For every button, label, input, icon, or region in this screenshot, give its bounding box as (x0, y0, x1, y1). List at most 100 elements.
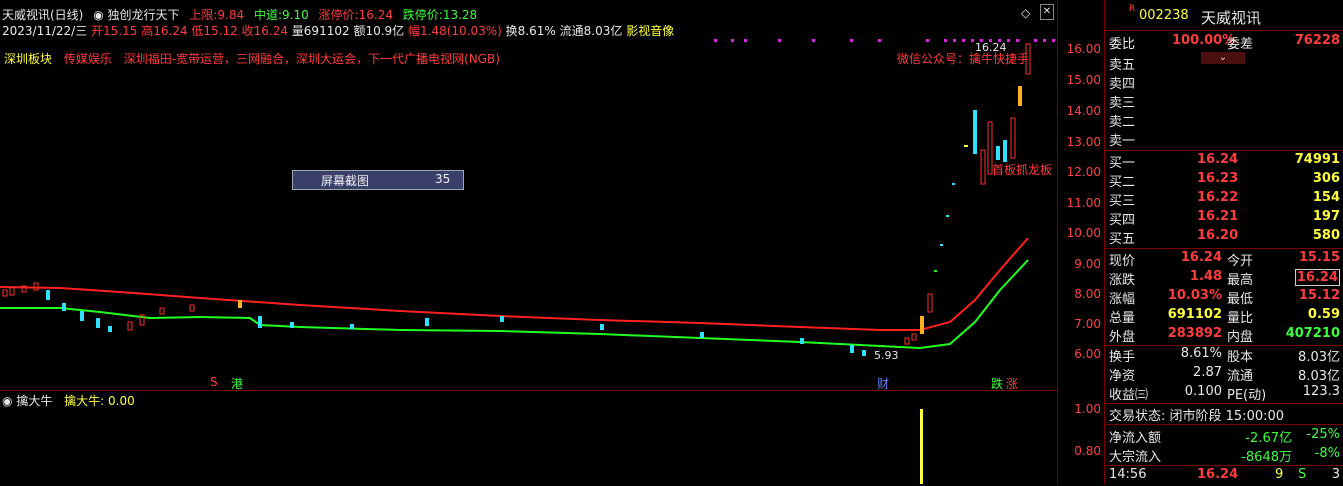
block-inflow-row: 大宗流入 -8648万 -8% (1105, 446, 1343, 465)
price-tick: 10.00 (1066, 226, 1101, 240)
tick-row: 14:56 16.24 9 S 3 (1105, 467, 1343, 486)
stat-label: 总量 (1109, 311, 1136, 326)
stat-value: 0.59 (1307, 307, 1340, 322)
price-tick: 16.00 (1066, 42, 1101, 56)
bid-row[interactable]: 买三 16.22 154 (1105, 190, 1343, 209)
bid-volume: 154 (1312, 190, 1340, 205)
marker-s[interactable]: S (210, 375, 218, 389)
peak-price-label: 16.24 (975, 41, 1007, 54)
stat-value: 16.24 (1180, 250, 1222, 265)
stat-value: 2.87 (1193, 365, 1222, 380)
stat-label: PE(动) (1227, 388, 1267, 403)
divider (1105, 30, 1343, 31)
stat-label: 换手 (1109, 350, 1136, 365)
bid-row[interactable]: 买四 16.21 197 (1105, 209, 1343, 228)
candles (2, 43, 1031, 356)
block-inflow-pct: -8% (1314, 446, 1340, 461)
stat-row: 外盘 283892 内盘 407210 (1105, 326, 1343, 345)
bid-price: 16.21 (1197, 209, 1239, 224)
price-axis: 16.00 15.00 14.00 13.00 12.00 11.00 10.0… (1057, 0, 1105, 390)
r-badge: R (1129, 4, 1136, 14)
stat-label: 净资 (1109, 369, 1136, 384)
stat-label: 最低 (1227, 292, 1254, 307)
stock-title: R 002238 天威视讯 (1105, 4, 1343, 27)
ask-row: 卖三 (1105, 92, 1343, 111)
stat-label: 收益㈢ (1109, 388, 1149, 403)
bid-label: 买三 (1109, 194, 1136, 209)
ask-row: 卖四 (1105, 73, 1343, 92)
price-tick: 13.00 (1066, 135, 1101, 149)
stat-value: 0.100 (1184, 384, 1222, 399)
stat-value: 15.12 (1298, 288, 1340, 303)
stat-label: 股本 (1227, 350, 1254, 365)
stat-value: 407210 (1285, 326, 1340, 341)
bid-volume: 306 (1312, 171, 1340, 186)
tick-count: 3 (1331, 467, 1340, 482)
stat-row: 总量 691102 量比 0.59 (1105, 307, 1343, 326)
price-tick: 9.00 (1074, 257, 1101, 271)
divider (1105, 150, 1343, 151)
stock-name: 天威视讯 (1201, 9, 1262, 27)
wb-label: 委比 (1109, 37, 1136, 52)
price-tick: 8.00 (1074, 287, 1101, 301)
net-inflow-pct: -25% (1306, 427, 1340, 442)
bid-row[interactable]: 买一 16.24 74991 (1105, 152, 1343, 171)
bid-volume: 74991 (1294, 152, 1340, 167)
price-tick: 12.00 (1066, 165, 1101, 179)
price-tick: 7.00 (1074, 317, 1101, 331)
stat-label: 内盘 (1227, 330, 1254, 345)
trade-status: 交易状态: 闭市阶段 15:00:00 (1109, 409, 1285, 424)
divider (1105, 248, 1343, 249)
ask-label: 卖一 (1109, 134, 1136, 149)
stat-label: 外盘 (1109, 330, 1136, 345)
price-tick: 6.00 (1074, 347, 1101, 361)
net-inflow-value: -2.67亿 (1245, 431, 1292, 446)
stat-row: 换手 8.61% 股本 8.03亿 (1105, 346, 1343, 365)
bid-row[interactable]: 买五 16.20 580 (1105, 228, 1343, 247)
ask-row: 卖五 (1105, 54, 1343, 73)
ask-label: 卖五 (1109, 58, 1136, 73)
quote-panel: R 002238 天威视讯 委比 100.00% 委差 76228 ⌄ 卖五 卖… (1104, 0, 1343, 484)
ask-label: 卖二 (1109, 115, 1136, 130)
bid-price: 16.23 (1197, 171, 1239, 186)
bid-label: 买五 (1109, 232, 1136, 247)
bid-label: 买一 (1109, 156, 1136, 171)
stat-value: 8.03亿 (1298, 369, 1340, 384)
price-tick: 14.00 (1066, 104, 1101, 118)
lower-band-line (0, 259, 1029, 350)
bid-label: 买四 (1109, 213, 1136, 228)
trade-status-row: 交易状态: 闭市阶段 15:00:00 (1105, 405, 1343, 424)
ask-row: 卖一 (1105, 130, 1343, 149)
bid-row[interactable]: 买二 16.23 306 (1105, 171, 1343, 190)
tick-side: S (1298, 467, 1307, 482)
bid-volume: 197 (1312, 209, 1340, 224)
divider (1105, 403, 1343, 404)
ask-label: 卖四 (1109, 77, 1136, 92)
stat-value: 1.48 (1189, 269, 1222, 284)
dragon-tag: 首板抓龙板 (992, 163, 1053, 177)
wb-value: 100.00% (1172, 33, 1236, 48)
price-tick: 15.00 (1066, 73, 1101, 87)
stat-label: 今开 (1227, 254, 1254, 269)
stat-label: 涨跌 (1109, 273, 1136, 288)
kline-chart[interactable]: 天威视讯(日线) ◉ 独创龙行天下 上限:9.84 中道:9.10 涨停价:16… (0, 0, 1104, 484)
bid-price: 16.20 (1197, 228, 1239, 243)
wc-value: 76228 (1294, 33, 1340, 48)
upper-band-line (0, 237, 1029, 331)
stat-value: 8.61% (1180, 346, 1222, 361)
sub-axis-tick: 0.80 (1074, 444, 1101, 458)
tick-price: 16.24 (1197, 467, 1239, 482)
stat-label: 最高 (1227, 273, 1254, 288)
net-inflow-row: 净流入额 -2.67亿 -25% (1105, 427, 1343, 446)
wb-row: 委比 100.00% 委差 76228 (1105, 33, 1343, 52)
stat-value: 15.15 (1298, 250, 1340, 265)
ask-label: 卖三 (1109, 96, 1136, 111)
ask-row: 卖二 (1105, 111, 1343, 130)
stat-value: 691102 (1167, 307, 1222, 322)
price-plot (0, 39, 1055, 356)
tick-volume: 9 (1275, 467, 1284, 482)
stat-value: 123.3 (1302, 384, 1340, 399)
divider (1105, 465, 1343, 466)
stat-row: 净资 2.87 流通 8.03亿 (1105, 365, 1343, 384)
stat-label: 涨幅 (1109, 292, 1136, 307)
